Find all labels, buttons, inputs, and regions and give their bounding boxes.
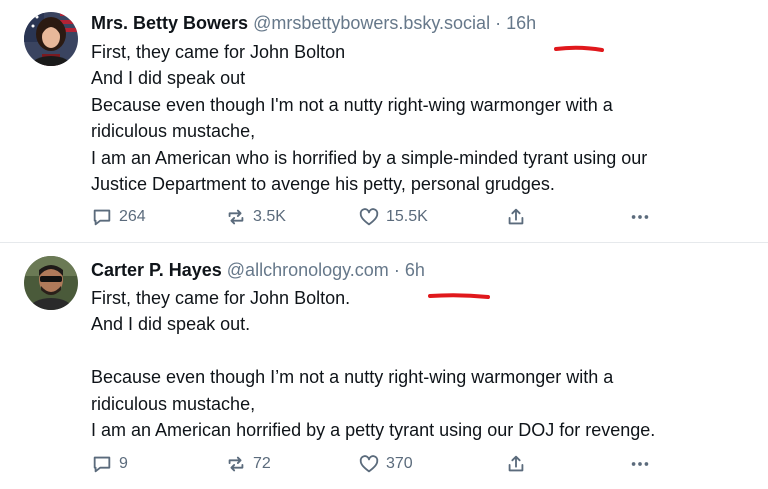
avatar-image xyxy=(24,256,78,310)
reply-count: 9 xyxy=(119,455,128,472)
post-text: First, they came for John Bolton. And I … xyxy=(91,285,751,443)
reply-button[interactable]: 9 xyxy=(91,452,128,476)
ellipsis-icon xyxy=(631,462,649,466)
post-text-line: And I did speak out xyxy=(91,68,246,89)
post-time[interactable]: 16h xyxy=(506,13,536,33)
heart-icon xyxy=(359,455,379,473)
post-text-line: First, they came for John Bolton xyxy=(91,42,346,62)
post-text-line xyxy=(91,338,751,364)
post-text: First, they came for John Bolton And I d… xyxy=(91,39,751,197)
avatar[interactable] xyxy=(24,12,78,66)
header-separator: · xyxy=(495,13,502,33)
share-icon xyxy=(508,455,524,472)
heart-icon xyxy=(359,208,379,226)
author-name[interactable]: Carter P. Hayes xyxy=(91,260,222,280)
reply-count: 264 xyxy=(119,208,146,225)
avatar-image xyxy=(24,12,78,66)
repost-arrows-icon xyxy=(228,456,244,472)
post-header: Mrs. Betty Bowers @mrsbettybowers.bsky.s… xyxy=(91,11,536,35)
repost-arrows-icon xyxy=(228,209,244,225)
share-icon xyxy=(508,208,524,225)
post-mrs-betty-bowers[interactable]: Mrs. Betty Bowers @mrsbettybowers.bsky.s… xyxy=(0,0,768,242)
author-name[interactable]: Mrs. Betty Bowers xyxy=(91,13,248,33)
like-button[interactable]: 370 xyxy=(358,452,413,476)
more-button[interactable] xyxy=(628,452,652,476)
post-text-line: ridiculous mustache, xyxy=(91,393,256,414)
post-text-line: ridiculous mustache, xyxy=(91,121,256,142)
repost-count: 72 xyxy=(253,455,271,472)
post-text-line: I am an American horrified by a petty ty… xyxy=(91,420,656,441)
post-actions: 264 3.5K 15.5K xyxy=(91,205,671,229)
post-header: Carter P. Hayes @allchronology.com · 6h xyxy=(91,258,425,282)
like-count: 15.5K xyxy=(386,208,428,225)
like-count: 370 xyxy=(386,455,413,472)
post-text-line: Justice Department to avenge his petty, … xyxy=(91,174,555,195)
share-button[interactable] xyxy=(505,205,527,229)
repost-button[interactable]: 3.5K xyxy=(225,205,286,229)
author-handle[interactable]: @mrsbettybowers.bsky.social xyxy=(253,13,490,33)
post-text-line: Because even though I'm not a nutty righ… xyxy=(91,94,613,115)
more-button[interactable] xyxy=(628,205,652,229)
author-handle[interactable]: @allchronology.com xyxy=(227,260,389,280)
repost-count: 3.5K xyxy=(253,208,286,225)
post-actions: 9 72 370 xyxy=(91,452,671,476)
post-text-line: And I did speak out. xyxy=(91,314,251,335)
post-text-line: I am an American who is horrified by a s… xyxy=(91,147,648,168)
post-time[interactable]: 6h xyxy=(405,260,425,280)
share-button[interactable] xyxy=(505,452,527,476)
header-separator: · xyxy=(393,260,400,280)
post-text-line: First, they came for John Bolton. xyxy=(91,288,351,308)
reply-button[interactable]: 264 xyxy=(91,205,146,229)
repost-button[interactable]: 72 xyxy=(225,452,271,476)
speech-bubble-icon xyxy=(93,209,111,226)
avatar[interactable] xyxy=(24,256,78,310)
post-text-line: Because even though I’m not a nutty righ… xyxy=(91,367,614,388)
post-carter-p-hayes[interactable]: Carter P. Hayes @allchronology.com · 6h … xyxy=(0,243,768,489)
like-button[interactable]: 15.5K xyxy=(358,205,428,229)
ellipsis-icon xyxy=(631,215,649,219)
speech-bubble-icon xyxy=(93,456,111,473)
